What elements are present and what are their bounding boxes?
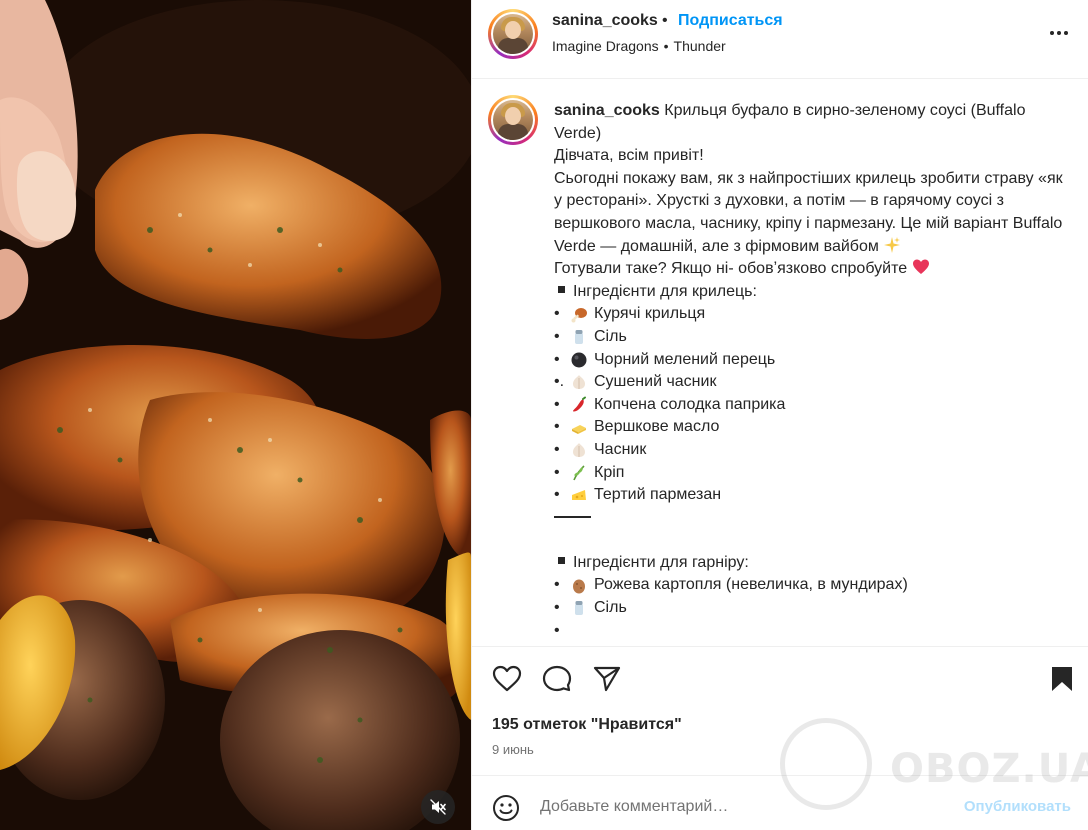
hot-pepper-icon	[573, 396, 586, 412]
bullet: •	[554, 305, 560, 323]
music-track[interactable]: Thunder	[674, 38, 726, 54]
bullet: •	[554, 463, 560, 481]
ingredient-label: Тертий пармезан	[594, 486, 722, 504]
ingredient-item: • Сіль	[554, 597, 1064, 620]
separator-dot: •	[662, 12, 668, 29]
caption-intro: Сьогодні покажу вам, як з найпростіших к…	[554, 169, 1063, 255]
herb-icon	[573, 465, 585, 481]
post-details: sanina_cooks • Подписаться Imagine Drago…	[471, 0, 1088, 830]
salt-shaker-icon	[575, 330, 583, 345]
ingredient-item: • Тертий пармезан	[554, 484, 1064, 507]
ingredient-label: Копчена солодка паприка	[594, 395, 786, 413]
bullet: •	[554, 327, 560, 345]
post-actions: 195 отметок "Нравится" 9 июнь	[472, 646, 1088, 775]
ingredients-list-wings: • Курячі крильця • Сіль • Чорний мелений пере…	[554, 303, 1064, 506]
bullet: •	[554, 486, 560, 504]
publish-button[interactable]: Опубликовать	[964, 798, 1071, 815]
bookmark-icon[interactable]	[1050, 665, 1074, 693]
bullet: •.	[554, 373, 565, 391]
garlic-icon	[573, 375, 585, 390]
bullet: •	[554, 576, 560, 594]
more-horizontal-icon	[1050, 31, 1054, 35]
muted-speaker-icon	[430, 799, 446, 815]
bullet: •	[554, 395, 560, 413]
ingredient-label: Рожева картопля (невеличка, в мундирах)	[594, 576, 908, 594]
caption-question: Готували таке? Якщо ні- обовʼязково спро…	[554, 258, 1064, 281]
music-artist[interactable]: Imagine Dragons	[552, 38, 659, 54]
square-bullet-icon	[558, 556, 565, 564]
ingredients-list-side: • Рожева картопля (невеличка, в мундирах)…	[554, 574, 1064, 619]
ingredient-item: • Рожева картопля (невеличка, в мундирах)	[554, 574, 1064, 597]
poultry-leg-icon	[571, 307, 587, 323]
garlic-icon	[573, 443, 585, 458]
ingredient-label: Сіль	[594, 327, 627, 345]
ingredient-label: Вершкове масло	[594, 418, 720, 436]
send-icon[interactable]	[592, 665, 622, 693]
ingredient-item: • Вершкове масло	[554, 416, 1064, 439]
bullet: •	[554, 440, 560, 458]
cheese-icon	[572, 490, 586, 501]
bullet: •	[554, 350, 560, 368]
post-header: sanina_cooks • Подписаться Imagine Drago…	[472, 0, 1088, 79]
mute-button[interactable]	[421, 790, 455, 824]
post-date[interactable]: 9 июнь	[492, 742, 534, 757]
heart-emoji-icon	[912, 259, 929, 275]
butter-icon	[572, 424, 586, 434]
ingredient-label: Кріп	[594, 463, 625, 481]
more-options-button[interactable]	[1045, 24, 1073, 42]
post-media[interactable]	[0, 0, 471, 830]
ingredient-item: • Чорний мелений перець	[554, 349, 1064, 372]
square-bullet-icon	[558, 285, 565, 293]
follow-button[interactable]: Подписаться	[678, 12, 783, 30]
black-circle-icon	[571, 352, 587, 368]
ingredient-label: Сіль	[594, 599, 627, 617]
caption-divider	[554, 507, 1064, 530]
caption-greeting: Дівчата, всім привіт!	[554, 147, 704, 165]
heart-icon[interactable]	[492, 665, 522, 693]
ingredient-item: • Копчена солодка паприка	[554, 394, 1064, 417]
ingredient-item: • Часник	[554, 439, 1064, 462]
ingredient-label: Курячі крильця	[594, 305, 706, 323]
author-username[interactable]: sanina_cooks	[552, 12, 658, 30]
ingredient-label: Чорний мелений перець	[594, 350, 776, 368]
post-dialog: sanina_cooks • Подписаться Imagine Drago…	[0, 0, 1088, 830]
potato-icon	[573, 579, 585, 594]
caption-username[interactable]: sanina_cooks	[554, 102, 660, 119]
caption-text: sanina_cooks Крильця буфало в сирно-зеле…	[554, 102, 1064, 639]
ingredient-item: • Курячі крильця	[554, 303, 1064, 326]
music-separator: •	[663, 38, 669, 54]
caption-scroll-area[interactable]: sanina_cooks Крильця буфало в сирно-зеле…	[472, 80, 1088, 645]
emoji-icon[interactable]	[492, 794, 520, 822]
bullet: •	[554, 599, 560, 617]
avatar[interactable]	[488, 9, 538, 59]
ingredient-item: • Сіль	[554, 326, 1064, 349]
comment-bar: Опубликовать	[472, 775, 1088, 830]
likes-count[interactable]: 195 отметок "Нравится"	[492, 716, 682, 734]
bullet: •	[554, 418, 560, 436]
salt-shaker-icon	[575, 601, 583, 616]
section-ingredients-wings: Інгредієнти для крилець:	[554, 281, 1064, 304]
section-ingredients-side: Інгредієнти для гарніру:	[554, 552, 1064, 575]
ingredient-label: Сушений часник	[594, 373, 717, 391]
food-video-frame	[0, 0, 471, 830]
comment-icon[interactable]	[542, 665, 572, 693]
caption-avatar[interactable]	[488, 95, 538, 145]
ingredient-label: Часник	[594, 440, 647, 458]
sparkles-icon	[884, 236, 901, 253]
comment-input[interactable]	[540, 796, 940, 818]
ingredient-item: •. Сушений часник	[554, 371, 1064, 394]
music-attribution[interactable]: Imagine Dragons • Thunder	[552, 38, 726, 54]
ingredient-item: • Кріп	[554, 462, 1064, 485]
